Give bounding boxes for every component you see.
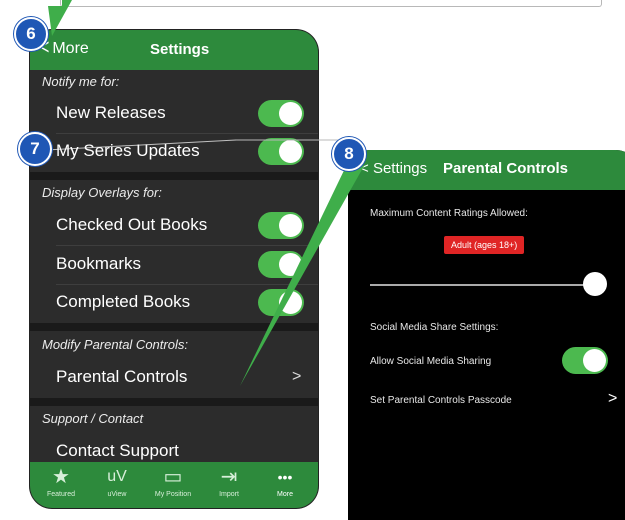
callout-badge-6: 6: [14, 17, 48, 51]
callout-lines: [45, 0, 364, 386]
callout-pointer-8: [240, 158, 364, 386]
callout-pointer-6: [48, 0, 72, 36]
callout-badge-7: 7: [18, 132, 52, 166]
callout-line-7: [45, 139, 237, 151]
callout-badge-8: 8: [332, 137, 366, 171]
